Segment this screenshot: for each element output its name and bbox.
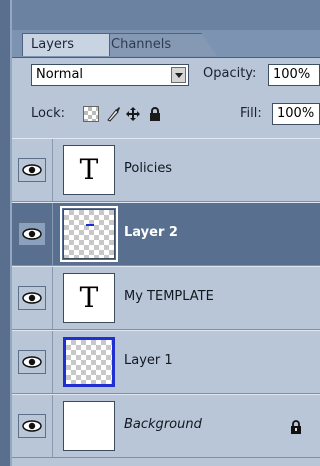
lock-label: Lock: (31, 106, 66, 121)
layer-row-selected[interactable]: Layer 2 (12, 202, 320, 266)
row-divider (52, 267, 53, 329)
panel-tabs: Layers Channels (22, 33, 320, 57)
layer-row[interactable]: Background (12, 394, 320, 458)
eye-icon[interactable] (18, 222, 46, 246)
layer-thumbnail[interactable]: T (63, 145, 115, 195)
row-divider (52, 395, 53, 457)
tab-layers[interactable]: Layers (22, 33, 110, 56)
panel-title-strip (0, 0, 320, 30)
lock-transparent-icon[interactable] (83, 106, 99, 122)
dropdown-arrow-icon[interactable] (171, 67, 186, 83)
eye-icon[interactable] (18, 286, 46, 310)
blend-mode-value: Normal (36, 67, 84, 82)
layer-name[interactable]: My TEMPLATE (124, 289, 214, 304)
blend-mode-select[interactable]: Normal (31, 64, 189, 86)
layer-name[interactable]: Layer 1 (124, 353, 173, 368)
row-divider (52, 139, 53, 201)
eye-icon[interactable] (18, 414, 46, 438)
layer-thumbnail[interactable] (63, 337, 115, 387)
opacity-field[interactable]: 100% (268, 64, 320, 86)
thumbnail-mark (86, 224, 94, 226)
layer-thumbnail[interactable]: T (63, 273, 115, 323)
layers-list: T Policies Layer 2 T My TEMPLATE Layer 1 (12, 138, 320, 466)
row-divider (52, 203, 53, 265)
lock-row: Lock: Fill: 100% (12, 98, 320, 134)
tab-channels[interactable]: Channels (102, 33, 217, 56)
opacity-label: Opacity: (203, 66, 257, 81)
layer-row[interactable]: T My TEMPLATE (12, 266, 320, 330)
eye-icon[interactable] (18, 158, 46, 182)
layer-row[interactable]: Layer 1 (12, 330, 320, 394)
lock-brush-icon[interactable] (105, 106, 121, 122)
lock-move-icon[interactable] (125, 106, 141, 122)
layer-thumbnail[interactable] (60, 206, 118, 262)
lock-all-icon[interactable] (147, 106, 163, 122)
panel-left-border (0, 0, 10, 466)
fill-field[interactable]: 100% (272, 103, 320, 125)
layer-thumbnail[interactable] (63, 401, 115, 451)
row-divider (52, 331, 53, 393)
layer-name[interactable]: Background (124, 417, 202, 432)
layer-row[interactable]: T Policies (12, 138, 320, 202)
lock-icon (290, 419, 302, 434)
eye-icon[interactable] (18, 350, 46, 374)
layer-name[interactable]: Layer 2 (124, 225, 178, 240)
fill-label: Fill: (240, 106, 262, 121)
layer-name[interactable]: Policies (124, 161, 172, 176)
